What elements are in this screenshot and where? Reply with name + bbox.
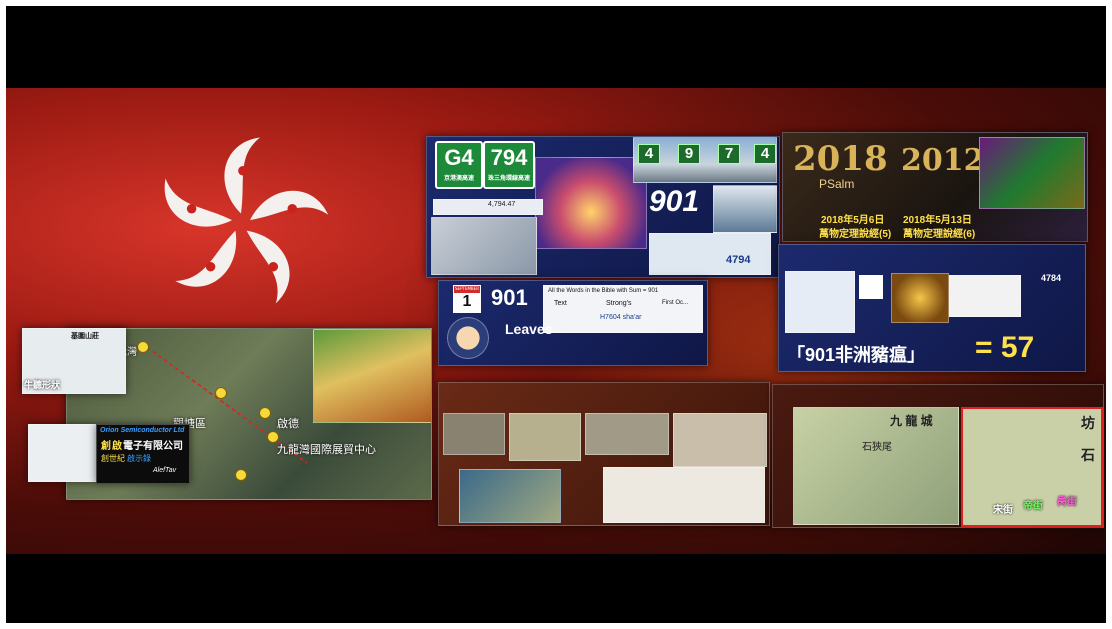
digit-2: 9 <box>678 144 700 164</box>
g4-name: 京港澳高速 <box>443 176 474 182</box>
col-strongs: Strong's <box>606 300 632 307</box>
collage-photo-1 <box>443 413 505 455</box>
date-left: 2018年5月6日 <box>821 215 885 226</box>
bible-table: All the Words in the Bible with Sum = 90… <box>543 285 703 333</box>
digit-3: 7 <box>718 144 740 164</box>
history-collage-panel <box>438 382 770 526</box>
calendar-day: 1 <box>462 293 472 310</box>
video-stage: G4 京港澳高速 794 珠三角環線高速 4 9 7 4 901 4,794.4… <box>6 88 1106 554</box>
swine-fever-panel: 4784 「901非洲豬瘟」 = 57 <box>778 244 1086 372</box>
gold-graphic <box>891 273 949 323</box>
street-2: 帝街 <box>1023 501 1043 512</box>
g94-name: 珠三角環線高速 <box>487 176 530 182</box>
table-screenshot <box>949 275 1021 317</box>
company-zh-2: 啟 <box>112 441 122 452</box>
orion-company-box: Orion Semiconductor Ltd 創 啟 電子有限公司 創世紀 啟… <box>96 424 190 484</box>
collage-photo-6 <box>603 467 765 523</box>
label-kowloon: 九 龍 城 <box>890 414 933 428</box>
old-map-left: 九 龍 城 石狹尾 <box>793 407 959 525</box>
psalm-left: 萬物定理說經(5) <box>819 229 892 240</box>
big-number-901: 901 <box>649 185 700 218</box>
digit-1: 4 <box>638 144 660 164</box>
company-en: Orion Semiconductor Ltd <box>100 427 185 434</box>
cartoon-avatar <box>447 317 489 359</box>
grid-screenshot <box>785 271 855 333</box>
company-zh-1: 創 <box>101 441 111 452</box>
calendar-month: SEPTEMBER <box>454 286 480 293</box>
psalm-right: 萬物定理說經(6) <box>903 229 976 240</box>
map-pin-3 <box>259 407 271 419</box>
collage-photo-2 <box>509 413 581 461</box>
old-map-panel: 九 龍 城 石狹尾 坊 石 宋街 帝街 昺街 <box>772 384 1104 528</box>
bible-number: 901 <box>491 285 528 310</box>
bauhinia-flag-icon <box>164 137 329 304</box>
old-map-zoom: 坊 石 宋街 帝街 昺街 <box>961 407 1103 527</box>
bus-photo <box>713 185 777 233</box>
map-pin-2 <box>215 387 227 399</box>
label-street: 石狹尾 <box>862 442 892 453</box>
collage-thumbnails <box>979 137 1085 209</box>
orion-map-thumb <box>28 424 96 482</box>
collage-photo-4 <box>673 413 767 467</box>
map-label-2: 啟德 <box>277 418 299 430</box>
g94-highway-sign: 794 珠三角環線高速 <box>483 141 535 189</box>
date-right: 2018年5月13日 <box>903 215 972 226</box>
calendar-small <box>859 275 883 299</box>
aleftav-text: AlefTav <box>153 467 177 474</box>
year-left: 2018 <box>793 139 888 179</box>
video-frame: G4 京港澳高速 794 珠三角環線高速 4 9 7 4 901 4,794.4… <box>6 6 1106 623</box>
highway-collage-panel: G4 京港澳高速 794 珠三角環線高速 4 9 7 4 901 4,794.4… <box>426 136 780 278</box>
collage-photo-3 <box>585 413 669 455</box>
shape-label: 牛聽形狀 <box>24 380 61 390</box>
inset-title: 基圍山莊 <box>71 333 99 340</box>
digit-4: 4 <box>754 144 776 164</box>
starburst-image <box>535 157 647 249</box>
map-label-3: 九龍灣國際展貿中心 <box>277 444 376 456</box>
psalm-panel: 2018 2012 PSalm 2018年5月6日 2018年5月13日 萬物定… <box>782 132 1088 242</box>
dropdown-widget: 4,794.47 <box>433 199 543 215</box>
col-text: Text <box>554 300 567 307</box>
bible-words-panel: SEPTEMBER 1 901 All the Words in the Bib… <box>438 280 708 366</box>
small-4784: 4784 <box>1041 273 1062 283</box>
stadium-render <box>313 329 431 423</box>
col-first: First Oc... <box>662 300 688 306</box>
g4-highway-sign: G4 京港澳高速 <box>435 141 483 189</box>
strongs-code: H7604 sha'ar <box>600 314 642 321</box>
code-4794: 4794 <box>726 254 751 266</box>
building-photo: 4 9 7 4 <box>633 137 777 183</box>
headline: 「901非洲豬瘟」 <box>787 345 926 365</box>
label-corner: 坊 <box>1081 415 1095 431</box>
psalm-label: PSalm <box>819 177 855 191</box>
label-stone: 石 <box>1081 447 1095 463</box>
company-zh-3: 電子有限公司 <box>123 441 183 452</box>
map-pin-1 <box>137 341 149 353</box>
dropdown-value: 4,794.47 <box>488 201 516 208</box>
map-pin-5 <box>235 469 247 481</box>
street-1: 宋街 <box>993 505 1013 516</box>
g4-code: G4 <box>444 145 474 170</box>
year-right: 2012 <box>901 143 985 178</box>
crowd-photo <box>431 217 537 275</box>
equals-value: = 57 <box>975 331 1035 364</box>
company-sub-1: 創世紀 <box>101 454 125 463</box>
collage-photo-5 <box>459 469 561 523</box>
bible-title: All the Words in the Bible with Sum = 90… <box>548 288 659 294</box>
leaves-label: Leaves <box>505 321 553 337</box>
company-sub-2: 啟示錄 <box>127 454 151 463</box>
map-screenshot: 4794 <box>649 233 771 275</box>
street-3: 昺街 <box>1057 497 1077 508</box>
calendar-icon: SEPTEMBER 1 <box>453 285 481 313</box>
g94-code: 794 <box>490 145 528 170</box>
